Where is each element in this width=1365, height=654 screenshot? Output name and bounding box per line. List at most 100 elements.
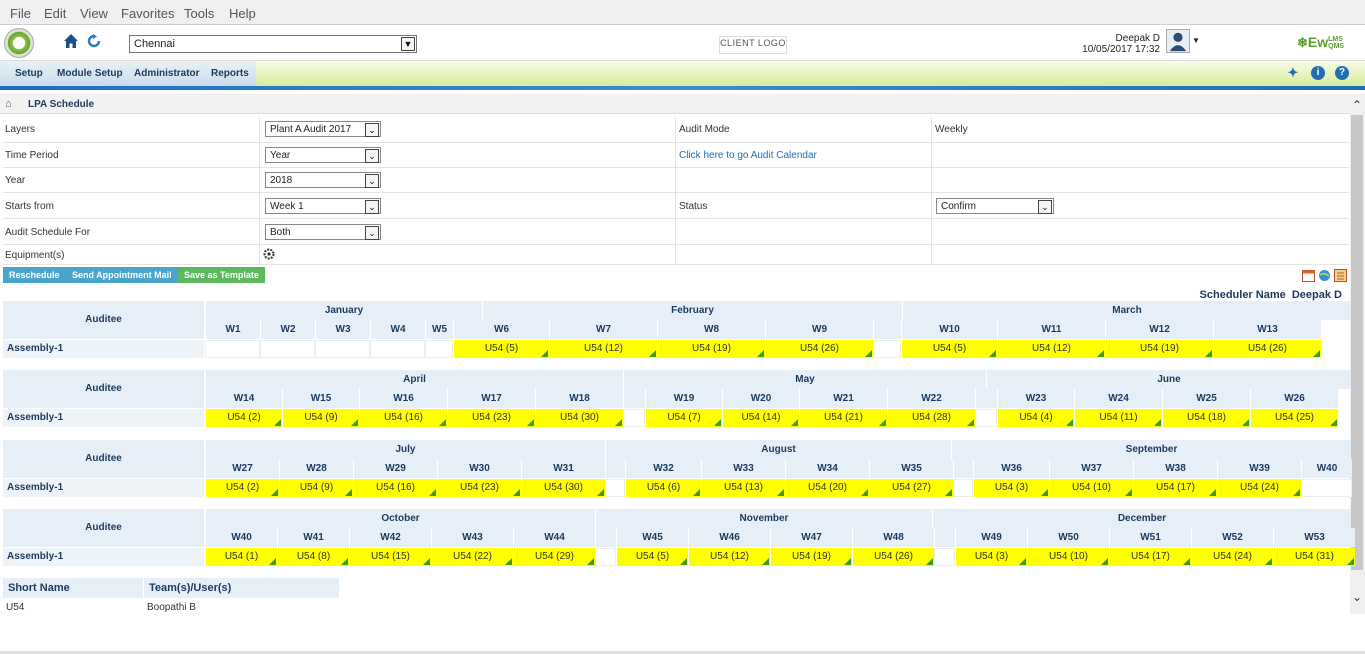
nav-setup[interactable]: Setup	[9, 61, 49, 86]
schedule-cell[interactable]: U54 (12)	[997, 340, 1105, 358]
schedule-cell[interactable]: U54 (13)	[701, 479, 785, 497]
schedule-cell[interactable]: U54 (18)	[1162, 409, 1250, 427]
schedule-cell[interactable]: U54 (31)	[1273, 548, 1355, 566]
reschedule-button[interactable]: Reschedule	[3, 267, 66, 283]
schedule-cell[interactable]: U54 (2)	[205, 409, 282, 427]
schedule-cell[interactable]: U54 (15)	[349, 548, 431, 566]
schedule-cell[interactable]: U54 (29)	[513, 548, 595, 566]
schedule-cell[interactable]: U54 (14)	[722, 409, 799, 427]
pin-icon[interactable]: ✦	[1286, 66, 1300, 80]
time-period-select[interactable]: Year ⌄	[265, 147, 381, 163]
calendar-icon[interactable]	[1302, 269, 1315, 282]
schedule-cell[interactable]: U54 (1)	[205, 548, 277, 566]
schedule-cell[interactable]: U54 (11)	[1074, 409, 1162, 427]
week-header: W38	[1133, 459, 1217, 478]
app-logo-icon[interactable]	[4, 28, 34, 58]
schedule-cell[interactable]: U54 (12)	[688, 548, 770, 566]
nav-module-setup[interactable]: Module Setup	[51, 61, 129, 86]
schedule-cell[interactable]: U54 (17)	[1109, 548, 1191, 566]
schedule-cell[interactable]: U54 (16)	[359, 409, 447, 427]
empty-cell[interactable]	[205, 340, 260, 358]
empty-cell[interactable]	[1301, 479, 1352, 497]
schedule-cell[interactable]: U54 (4)	[997, 409, 1074, 427]
info-icon[interactable]: i	[1311, 66, 1325, 80]
schedule-cell[interactable]: U54 (6)	[625, 479, 701, 497]
schedule-cell[interactable]: U54 (5)	[616, 548, 688, 566]
schedule-cell-text: U54 (5)	[635, 551, 670, 562]
schedule-cell[interactable]: U54 (10)	[1049, 479, 1133, 497]
status-select[interactable]: Confirm ⌄	[936, 198, 1054, 214]
home-breadcrumb-icon[interactable]: ⌂	[5, 98, 12, 110]
brand-text: Ew	[1307, 34, 1329, 50]
schedule-cell[interactable]: U54 (26)	[852, 548, 934, 566]
nav-administrator[interactable]: Administrator	[128, 61, 206, 86]
year-select[interactable]: 2018 ⌄	[265, 172, 381, 188]
schedule-cell[interactable]: U54 (12)	[549, 340, 657, 358]
menu-file[interactable]: File	[10, 6, 31, 21]
schedule-cell[interactable]: U54 (5)	[453, 340, 549, 358]
save-as-template-button[interactable]: Save as Template	[178, 267, 265, 283]
avatar[interactable]	[1166, 29, 1190, 53]
export-icon[interactable]	[1334, 269, 1347, 282]
schedule-cell[interactable]: U54 (19)	[1105, 340, 1213, 358]
schedule-cell[interactable]: U54 (30)	[535, 409, 623, 427]
schedule-cell[interactable]: U54 (26)	[1213, 340, 1321, 358]
schedule-cell[interactable]: U54 (3)	[973, 479, 1049, 497]
location-select[interactable]: Chennai ▼	[129, 35, 417, 53]
schedule-cell[interactable]: U54 (24)	[1191, 548, 1273, 566]
schedule-cell[interactable]: U54 (28)	[887, 409, 975, 427]
send-appointment-mail-button[interactable]: Send Appointment Mail	[66, 267, 178, 283]
layers-select[interactable]: Plant A Audit 2017 ⌄	[265, 121, 381, 137]
scroll-up-icon[interactable]: ⌃	[1352, 98, 1362, 112]
empty-cell[interactable]	[370, 340, 425, 358]
empty-cell	[595, 548, 616, 566]
status-flag-icon	[513, 489, 520, 496]
menu-help[interactable]: Help	[229, 6, 256, 21]
schedule-cell[interactable]: U54 (22)	[431, 548, 513, 566]
status-flag-icon	[1313, 350, 1320, 357]
empty-cell[interactable]	[315, 340, 370, 358]
schedule-cell[interactable]: U54 (2)	[205, 479, 279, 497]
schedule-cell[interactable]: U54 (17)	[1133, 479, 1217, 497]
main-nav-items: Setup Module Setup Administrator Reports	[0, 61, 256, 86]
audit-schedule-for-select[interactable]: Both ⌄	[265, 224, 381, 240]
schedule-cell[interactable]: U54 (9)	[282, 409, 359, 427]
menu-view[interactable]: View	[80, 6, 108, 21]
menu-edit[interactable]: Edit	[44, 6, 66, 21]
empty-cell[interactable]	[260, 340, 315, 358]
nav-reports[interactable]: Reports	[205, 61, 255, 86]
schedule-cell[interactable]: U54 (5)	[901, 340, 997, 358]
audit-calendar-link[interactable]: Click here to go Audit Calendar	[679, 150, 817, 161]
schedule-cell[interactable]: U54 (7)	[645, 409, 722, 427]
globe-icon[interactable]	[1318, 269, 1331, 282]
status-flag-icon	[844, 558, 851, 565]
schedule-cell[interactable]: U54 (19)	[770, 548, 852, 566]
menu-tools[interactable]: Tools	[184, 6, 214, 21]
user-menu-chevron-icon[interactable]: ▼	[1192, 36, 1200, 45]
schedule-cell[interactable]: U54 (27)	[869, 479, 953, 497]
scrollbar-thumb[interactable]	[1351, 115, 1363, 570]
schedule-cell[interactable]: U54 (23)	[447, 409, 535, 427]
scroll-down-icon[interactable]: ⌄	[1352, 590, 1362, 604]
menu-favorites[interactable]: Favorites	[121, 6, 174, 21]
gear-icon[interactable]	[263, 248, 275, 260]
schedule-cell[interactable]: U54 (25)	[1250, 409, 1338, 427]
schedule-cell[interactable]: U54 (3)	[955, 548, 1027, 566]
home-icon[interactable]	[63, 33, 79, 49]
schedule-cell[interactable]: U54 (21)	[799, 409, 887, 427]
schedule-cell[interactable]: U54 (19)	[657, 340, 765, 358]
refresh-icon[interactable]	[87, 34, 101, 48]
schedule-cell-text: U54 (24)	[1213, 551, 1252, 562]
schedule-cell[interactable]: U54 (16)	[353, 479, 437, 497]
schedule-cell[interactable]: U54 (30)	[521, 479, 605, 497]
schedule-cell[interactable]: U54 (24)	[1217, 479, 1301, 497]
schedule-cell[interactable]: U54 (9)	[279, 479, 353, 497]
schedule-cell[interactable]: U54 (8)	[277, 548, 349, 566]
schedule-cell[interactable]: U54 (20)	[785, 479, 869, 497]
help-icon[interactable]: ?	[1335, 66, 1349, 80]
starts-from-select[interactable]: Week 1 ⌄	[265, 198, 381, 214]
empty-cell[interactable]	[425, 340, 453, 358]
schedule-cell[interactable]: U54 (10)	[1027, 548, 1109, 566]
schedule-cell[interactable]: U54 (26)	[765, 340, 873, 358]
schedule-cell[interactable]: U54 (23)	[437, 479, 521, 497]
